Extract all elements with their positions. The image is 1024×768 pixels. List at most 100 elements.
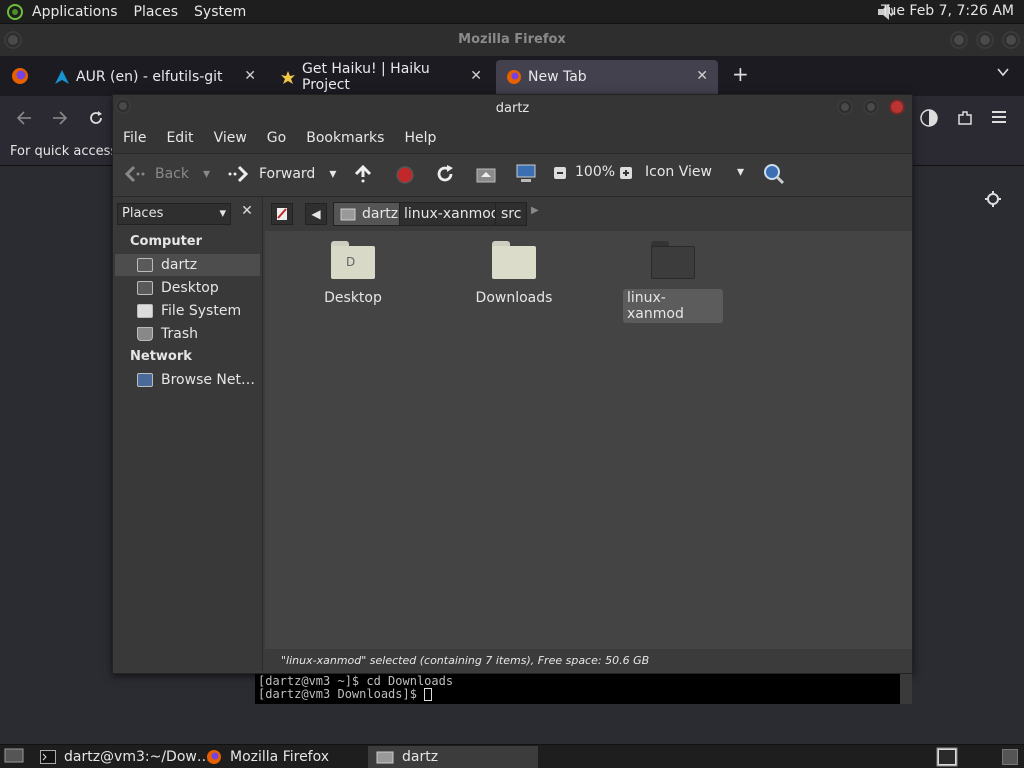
desktop-folder-icon [137, 281, 153, 295]
terminal-icon [40, 750, 56, 764]
path-segment-dartz[interactable]: dartz [333, 202, 406, 226]
task-file-manager[interactable]: dartz [368, 746, 538, 768]
account-icon[interactable] [920, 109, 938, 127]
haiku-leaf-icon [280, 69, 296, 85]
clock[interactable]: Tue Feb 7, 7:26 AM [881, 3, 1014, 19]
sidebar-item-file-system[interactable]: File System [115, 300, 260, 322]
tab-label: New Tab [528, 69, 587, 85]
top-panel: Applications Places System Tue Feb 7, 7:… [0, 0, 1024, 24]
trash-applet-icon[interactable] [1002, 749, 1018, 765]
path-label: src [501, 206, 522, 222]
terminal-prompt-line: [dartz@vm3 Downloads]$ [258, 688, 900, 701]
forward-icon [227, 164, 249, 184]
chevron-down-icon: ▾ [219, 206, 226, 221]
reload-icon[interactable] [435, 164, 455, 184]
firefox-icon [206, 749, 222, 765]
file-label: Desktop [324, 290, 382, 306]
close-tab-icon[interactable]: ✕ [696, 68, 708, 84]
view-mode-select[interactable]: Icon View ▾ [645, 164, 751, 180]
distro-logo-icon[interactable] [6, 3, 24, 21]
computer-icon[interactable] [515, 163, 537, 185]
reload-icon[interactable] [88, 110, 104, 126]
menu-help[interactable]: Help [394, 130, 446, 146]
back-label: Back [155, 166, 189, 182]
close-sidebar-icon[interactable]: ✕ [237, 203, 257, 225]
new-tab-icon[interactable]: + [732, 62, 749, 86]
menu-edit[interactable]: Edit [156, 130, 203, 146]
show-desktop-icon[interactable] [4, 748, 24, 764]
file-label: linux-xanmod [623, 289, 723, 323]
file-manager-menubar: File Edit View Go Bookmarks Help [113, 123, 912, 153]
path-segment-src[interactable]: src [495, 202, 528, 226]
minimize-button[interactable] [837, 99, 853, 115]
forward-button[interactable]: Forward ▾ [227, 164, 336, 184]
terminal[interactable]: [dartz@vm3 ~]$ cd Downloads [dartz@vm3 D… [255, 674, 900, 704]
stop-icon[interactable] [395, 165, 415, 185]
drive-icon [137, 304, 153, 318]
applications-menu[interactable]: Applications [24, 4, 126, 20]
system-menu[interactable]: System [186, 4, 254, 20]
workspace-switcher[interactable] [936, 747, 958, 767]
sidebar-type-select[interactable]: Places ▾ [117, 203, 231, 225]
close-button[interactable] [889, 99, 905, 115]
menu-go[interactable]: Go [257, 130, 296, 146]
extensions-icon[interactable] [956, 109, 974, 127]
zoom-in-icon[interactable] [619, 166, 633, 180]
maximize-button[interactable] [976, 31, 994, 49]
task-terminal[interactable]: dartz@vm3:~/Dow… [32, 746, 211, 768]
zoom-level[interactable]: 100% [575, 164, 615, 180]
close-button[interactable] [1002, 31, 1020, 49]
forward-arrow-icon[interactable] [52, 110, 68, 126]
tab-haiku[interactable]: Get Haiku! | Haiku Project ✕ [270, 60, 492, 94]
gear-icon[interactable] [984, 190, 1002, 208]
search-icon[interactable] [763, 163, 785, 185]
back-dropdown-icon[interactable]: ▾ [203, 166, 210, 182]
terminal-scrollbar[interactable] [900, 674, 912, 704]
close-tab-icon[interactable]: ✕ [244, 68, 256, 84]
view-mode-label: Icon View [645, 164, 712, 180]
folder-linux-xanmod[interactable]: linux-xanmod [623, 241, 723, 323]
firefox-titlebar[interactable]: Mozilla Firefox [0, 24, 1024, 56]
forward-dropdown-icon[interactable]: ▾ [329, 166, 336, 182]
bottom-panel: dartz@vm3:~/Dow… Mozilla Firefox dartz [0, 744, 1024, 768]
menu-view[interactable]: View [204, 130, 257, 146]
sidebar-item-browse-network[interactable]: Browse Net… [115, 369, 260, 391]
zoom-out-icon[interactable] [553, 166, 567, 180]
menu-bookmarks[interactable]: Bookmarks [296, 130, 394, 146]
sidebar-item-desktop[interactable]: Desktop [115, 277, 260, 299]
path-bar: ◀ dartz linux-xanmod src ▶ [265, 197, 912, 231]
folder-icon [651, 241, 695, 279]
maximize-button[interactable] [863, 99, 879, 115]
task-firefox[interactable]: Mozilla Firefox [198, 746, 364, 768]
back-arrow-icon[interactable] [16, 110, 32, 126]
tab-aur[interactable]: AUR (en) - elfutils-git ✕ [44, 60, 266, 94]
file-view: D Desktop Downloads linux-xanmod [265, 231, 912, 649]
window-menu-button[interactable] [115, 98, 131, 114]
minimize-button[interactable] [950, 31, 968, 49]
path-left-arrow-icon[interactable]: ◀ [305, 203, 327, 225]
edit-location-icon[interactable] [271, 203, 293, 225]
up-arrow-icon[interactable] [353, 164, 373, 184]
home-folder-icon [137, 258, 153, 272]
menu-file[interactable]: File [113, 130, 156, 146]
places-menu[interactable]: Places [126, 4, 187, 20]
hamburger-menu-icon[interactable] [992, 110, 1008, 124]
forward-label: Forward [259, 166, 316, 182]
home-folder-icon[interactable] [475, 164, 497, 184]
chevron-down-icon: ▾ [737, 164, 745, 180]
close-tab-icon[interactable]: ✕ [470, 68, 482, 84]
back-button[interactable]: Back ▾ [123, 164, 210, 184]
tab-new-tab[interactable]: New Tab ✕ [496, 60, 718, 94]
window-menu-button[interactable] [4, 31, 22, 49]
file-manager-titlebar[interactable]: dartz [113, 95, 912, 123]
tab-label: AUR (en) - elfutils-git [76, 69, 223, 85]
sidebar-item-dartz[interactable]: dartz [115, 254, 260, 276]
folder-desktop[interactable]: D Desktop [313, 241, 393, 307]
sidebar-item-trash[interactable]: Trash [115, 323, 260, 345]
path-right-arrow-icon[interactable]: ▶ [531, 205, 539, 216]
folder-downloads[interactable]: Downloads [469, 241, 559, 307]
path-segment-linux-xanmod[interactable]: linux-xanmod [399, 202, 505, 226]
chevron-down-icon[interactable] [996, 65, 1010, 79]
terminal-cursor [424, 688, 433, 701]
firefox-menu-icon[interactable] [10, 66, 30, 86]
